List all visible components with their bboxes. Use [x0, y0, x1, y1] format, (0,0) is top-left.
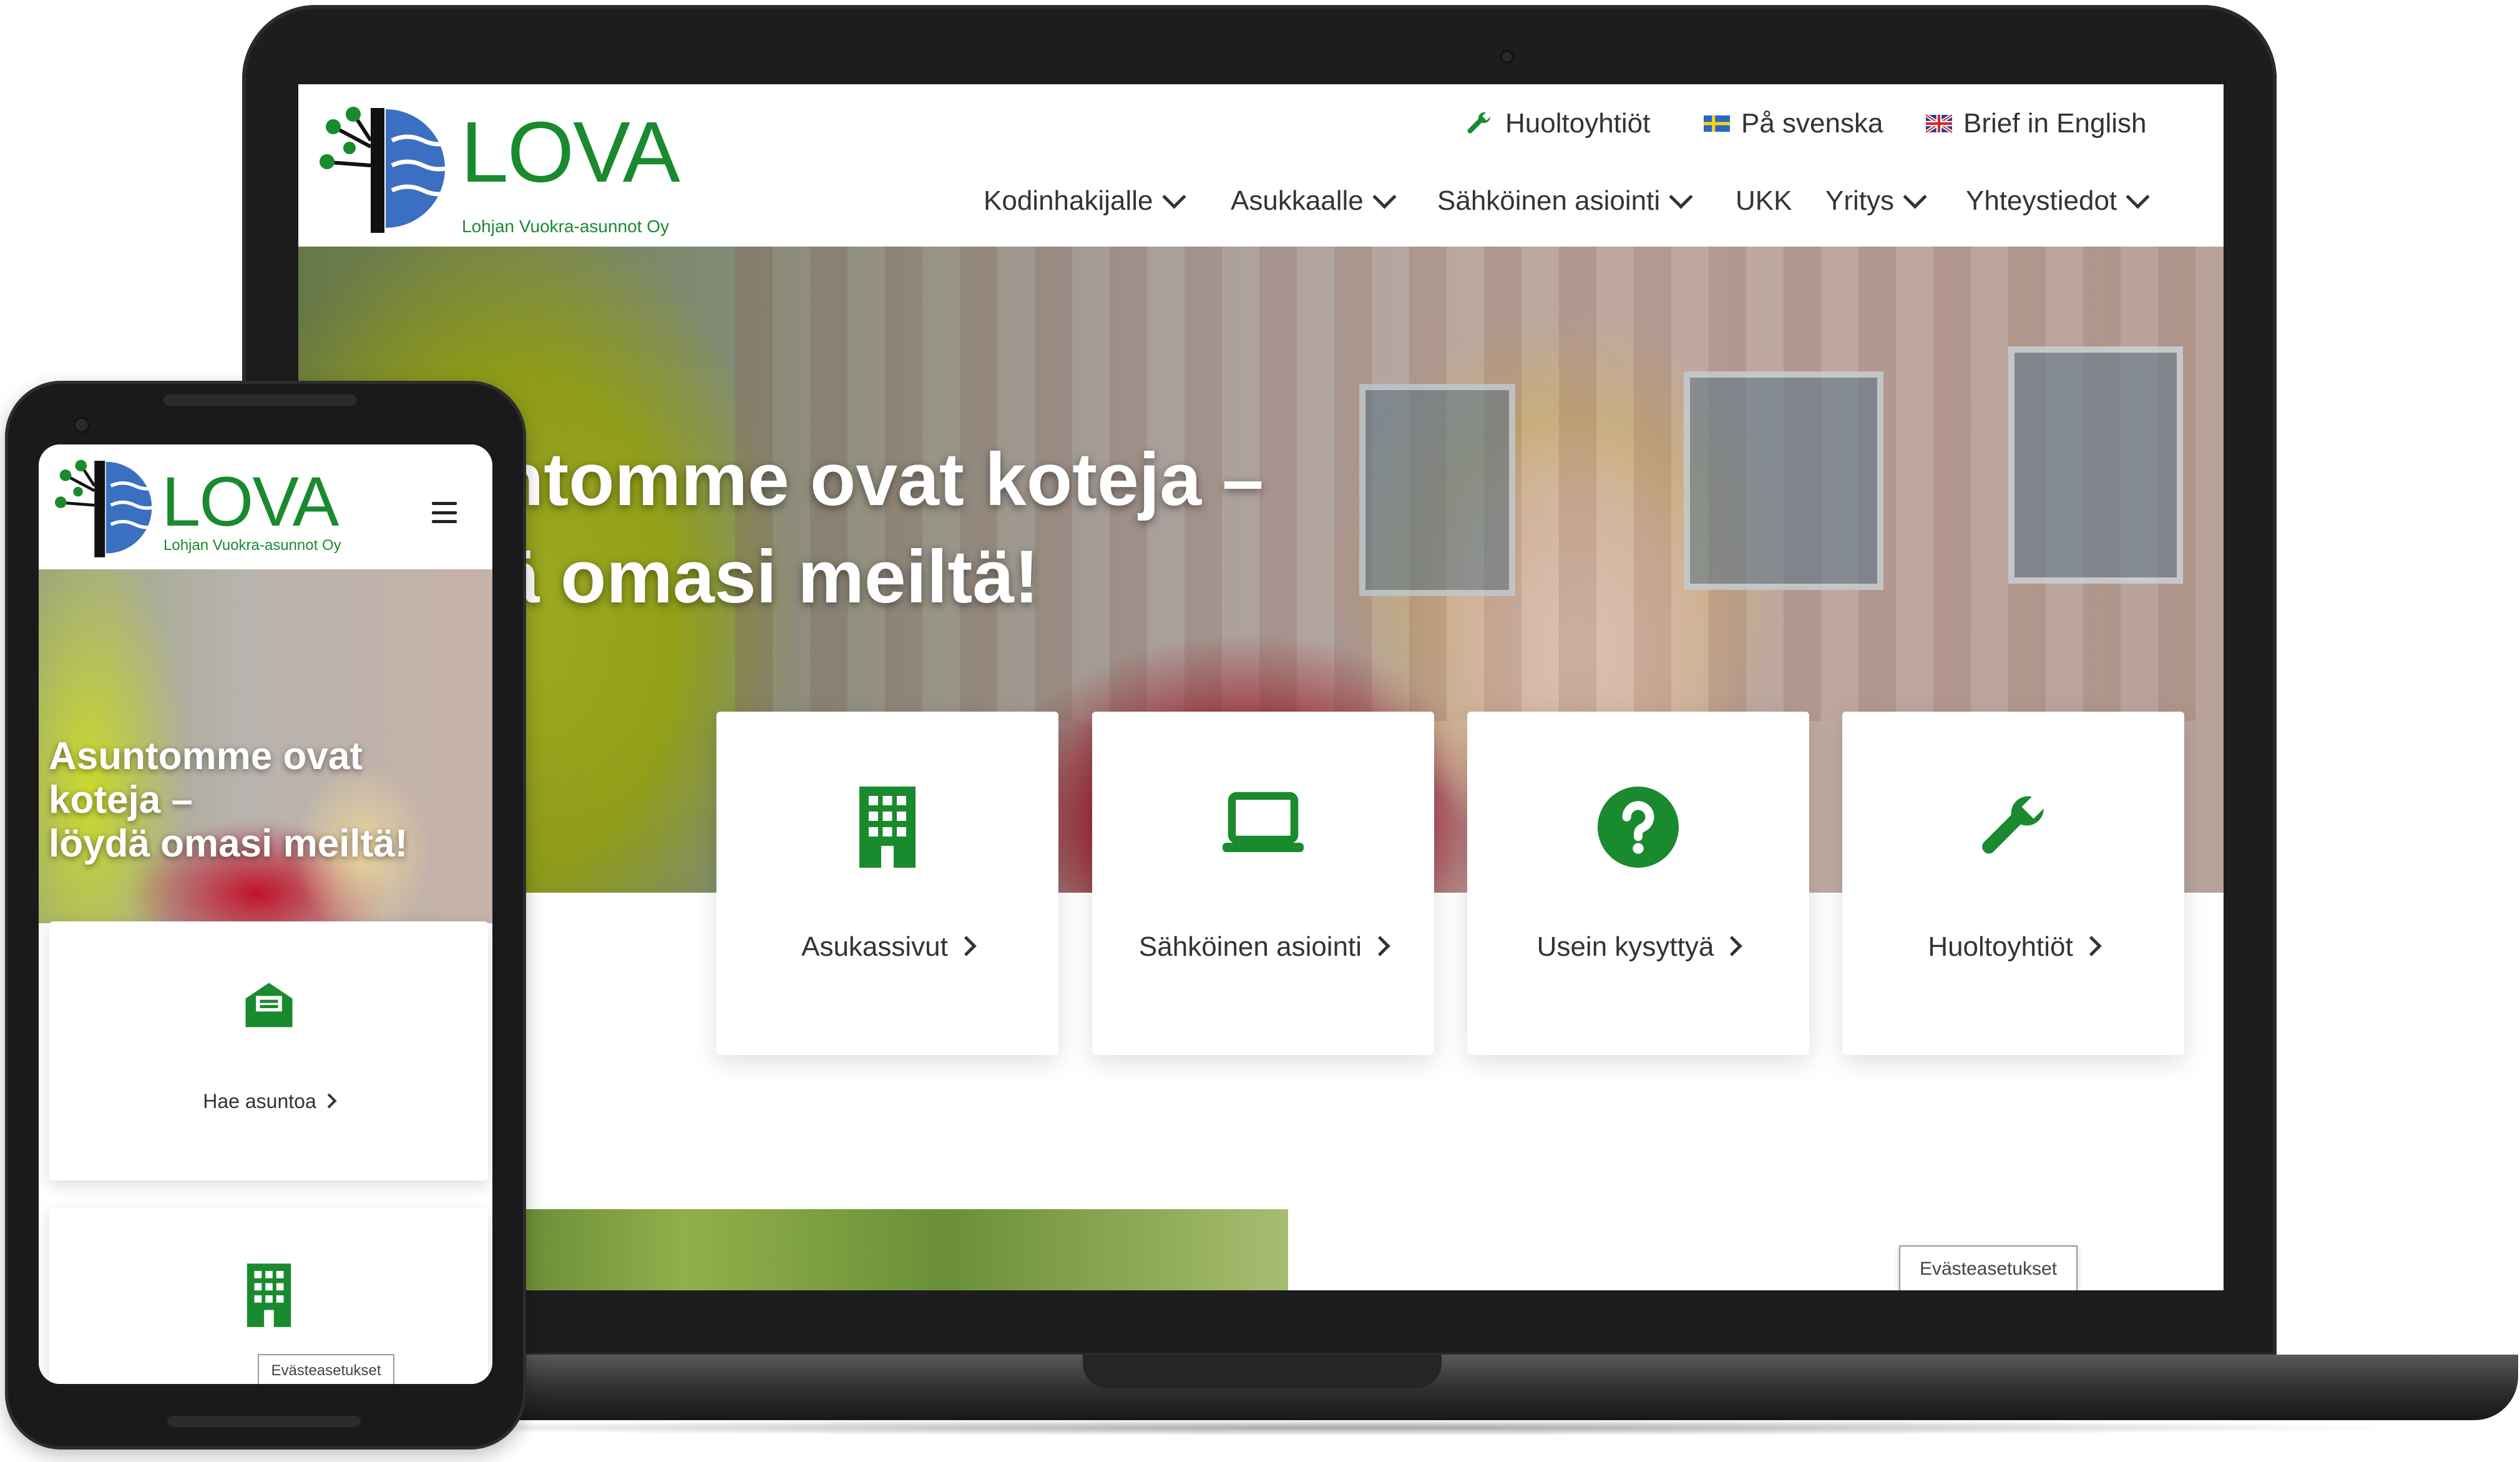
quick-links: ntoa Asukassivut Sähköinen asiointi Usei…	[298, 712, 2224, 1061]
card-usein-kysyttya[interactable]: Usein kysyttyä	[1467, 712, 1809, 1055]
hero-title: ntomme ovat koteja – ä omasi meiltä!	[498, 431, 1264, 626]
chevron-down-icon	[1903, 184, 1927, 209]
wrench-icon	[1464, 109, 1494, 139]
chevron-right-icon	[2081, 936, 2102, 956]
card-label: Huoltoyhtiöt	[1842, 931, 2184, 963]
laptop-base-notch	[1083, 1355, 1442, 1388]
chevron-down-icon	[1669, 184, 1693, 209]
utility-link-english[interactable]: Brief in English	[1926, 108, 2146, 139]
logo-wordmark: LOVA	[162, 463, 339, 541]
utility-link-label: Huoltoyhtiöt	[1505, 108, 1651, 139]
building-icon	[49, 1263, 488, 1327]
utility-link-label: Brief in English	[1963, 108, 2147, 139]
nav-label: Asukkaalle	[1231, 185, 1364, 216]
nav-item-yhteystiedot[interactable]: Yhteystiedot	[1966, 184, 2150, 217]
lova-logo-mark-icon	[320, 107, 456, 233]
nav-item-yritys[interactable]: Yritys	[1825, 184, 1927, 217]
phone-camera	[74, 417, 90, 433]
flag-uk-icon	[1926, 114, 1952, 133]
chevron-down-icon	[1161, 184, 1186, 209]
hero-title-line1: ntomme ovat koteja –	[498, 438, 1264, 521]
utility-link-huoltoyhtiot[interactable]: Huoltoyhtiöt	[1464, 108, 1650, 139]
mobile-lova-logo[interactable]	[47, 457, 160, 566]
mobile-card-hae-asuntoa[interactable]: Hae asuntoa	[49, 921, 488, 1180]
chevron-down-icon	[1372, 184, 1397, 209]
building-icon	[716, 787, 1058, 874]
laptop-camera	[1500, 50, 1514, 64]
section-image	[429, 1209, 1288, 1290]
chevron-down-icon	[2126, 184, 2150, 209]
question-circle-icon	[1467, 787, 1809, 874]
chevron-right-icon	[1722, 936, 1743, 956]
nav-item-sahkoinen-asiointi[interactable]: Sähköinen asiointi	[1437, 184, 1693, 217]
site-header: LOVA Lohjan Vuokra-asunnot Oy Huoltoyhti…	[298, 84, 2224, 247]
card-label: Usein kysyttyä	[1467, 931, 1809, 963]
logo-wordmark: LOVA	[461, 104, 680, 200]
nav-label: Yhteystiedot	[1966, 185, 2117, 216]
card-sahkoinen-asiointi[interactable]: Sähköinen asiointi	[1092, 712, 1434, 1055]
chevron-right-icon	[321, 1093, 337, 1109]
logo-subtitle: Lohjan Vuokra-asunnot Oy	[164, 537, 341, 554]
nav-item-ukk[interactable]: UKK	[1736, 185, 1792, 217]
nav-item-kodinhakijalle[interactable]: Kodinhakijalle	[984, 184, 1186, 217]
mobile-hero-image: Asuntomme ovat koteja – löydä omasi meil…	[39, 569, 492, 923]
phone-bottom-bar	[167, 1416, 361, 1427]
nav-label: Yritys	[1825, 185, 1894, 216]
chevron-right-icon	[1370, 936, 1390, 956]
mobile-hero-title-line2: koteja –	[49, 778, 193, 822]
lova-logo-mark-icon	[54, 459, 160, 557]
flag-sweden-icon	[1704, 114, 1730, 133]
utility-link-svenska[interactable]: På svenska	[1704, 108, 1883, 139]
mobile-hero-title: Asuntomme ovat koteja – löydä omasi meil…	[49, 735, 408, 866]
wrench-icon	[1842, 787, 2184, 874]
card-label: Sähköinen asiointi	[1092, 931, 1434, 963]
hero-title-line2: ä omasi meiltä!	[498, 535, 1040, 619]
nav-item-asukkaalle[interactable]: Asukkaalle	[1231, 184, 1397, 217]
nav-label: UKK	[1736, 185, 1792, 216]
mobile-website: LOVA Lohjan Vuokra-asunnot Oy Asuntomme …	[39, 444, 492, 1384]
laptop-shadow	[325, 1420, 2415, 1436]
nav-label: Sähköinen asiointi	[1437, 185, 1661, 216]
card-asukassivut[interactable]: Asukassivut	[716, 712, 1058, 1055]
card-label: Asukassivut	[716, 931, 1058, 963]
hamburger-menu-icon[interactable]	[432, 502, 457, 523]
mobile-hero-title-line1: Asuntomme ovat	[49, 735, 363, 778]
card-huoltoyhtiot[interactable]: Huoltoyhtiöt	[1842, 712, 2184, 1055]
envelope-icon	[49, 973, 488, 1040]
cookie-settings-button[interactable]: Evästeasetukset	[1899, 1245, 2078, 1290]
chevron-right-icon	[956, 936, 977, 956]
lova-logo[interactable]: LOVA Lohjan Vuokra-asunnot Oy	[311, 103, 680, 243]
desktop-website: LOVA Lohjan Vuokra-asunnot Oy Huoltoyhti…	[298, 84, 2224, 1290]
logo-subtitle: Lohjan Vuokra-asunnot Oy	[462, 217, 670, 236]
mobile-cookie-settings-button[interactable]: Evästeasetukset	[258, 1354, 394, 1384]
mobile-header: LOVA Lohjan Vuokra-asunnot Oy	[39, 444, 492, 569]
utility-link-label: På svenska	[1741, 108, 1883, 139]
mobile-hero-title-line3: löydä omasi meiltä!	[49, 822, 408, 865]
nav-label: Kodinhakijalle	[984, 185, 1153, 216]
phone-speaker	[164, 395, 357, 406]
card-label: Hae asuntoa	[49, 1090, 488, 1113]
laptop-icon	[1092, 787, 1434, 874]
